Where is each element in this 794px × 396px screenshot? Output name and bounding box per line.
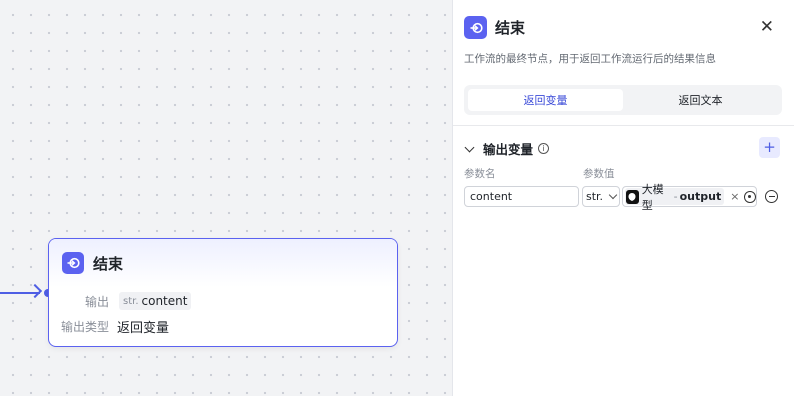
workflow-canvas[interactable]: 结束 输出 str. content 输出类型 返回变量 [0, 0, 452, 396]
node-title: 结束 [93, 254, 124, 273]
tab-return-variable[interactable]: 返回变量 [468, 89, 623, 111]
chevron-down-icon [608, 190, 618, 200]
divider [453, 125, 794, 126]
node-header: 结束 [49, 239, 397, 287]
param-value-reference[interactable]: 大模型 - output × [622, 183, 757, 212]
panel-description: 工作流的最终节点，用于返回工作流运行后的结果信息 [464, 53, 716, 65]
output-variables-section-toggle[interactable]: 输出变量 i [464, 139, 550, 158]
llm-model-icon [626, 189, 639, 204]
node-settings-panel: 结束 ✕ 工作流的最终节点，用于返回工作流运行后的结果信息 返回变量 返回文本 … [452, 0, 794, 396]
chevron-down-icon [464, 142, 475, 152]
reference-chip: 大模型 - output [625, 183, 725, 212]
target-icon[interactable] [744, 190, 756, 203]
clear-reference-icon[interactable]: × [730, 190, 739, 203]
return-mode-tabs: 返回变量 返回文本 [464, 85, 782, 115]
end-node-card[interactable]: 结束 输出 str. content 输出类型 返回变量 [48, 238, 398, 347]
param-type-value: str. [586, 190, 604, 203]
edge-arrow-icon [27, 283, 43, 299]
reference-node-name: 大模型 [641, 182, 664, 212]
node-output-type-row: 输出类型 返回变量 [61, 317, 169, 336]
param-type-select[interactable]: str. [582, 186, 620, 207]
add-variable-button[interactable]: + [759, 137, 780, 158]
node-output-type: str. [123, 295, 139, 307]
tab-return-text[interactable]: 返回文本 [623, 89, 778, 111]
info-icon[interactable]: i [538, 143, 550, 154]
end-node-icon [62, 252, 84, 274]
reference-variable-name: output [679, 190, 722, 203]
param-value-column-label: 参数值 [583, 168, 615, 180]
node-output-label: 输出 [84, 294, 109, 309]
param-name-input[interactable]: content [464, 186, 579, 207]
end-node-icon [464, 16, 487, 39]
remove-variable-button[interactable] [765, 190, 778, 203]
node-output-row: 输出 str. content [61, 292, 192, 310]
node-output-type-label: 输出类型 [61, 320, 110, 334]
panel-header: 结束 [464, 16, 525, 39]
node-output-type-value: 返回变量 [117, 321, 170, 336]
node-output-name: content [141, 294, 188, 308]
section-title: 输出变量 [483, 142, 534, 157]
reference-separator: - [673, 190, 678, 203]
close-icon[interactable]: ✕ [760, 17, 774, 37]
panel-title: 结束 [495, 19, 526, 37]
param-name-column-label: 参数名 [464, 168, 496, 180]
node-output-tag: str. content [119, 292, 192, 310]
